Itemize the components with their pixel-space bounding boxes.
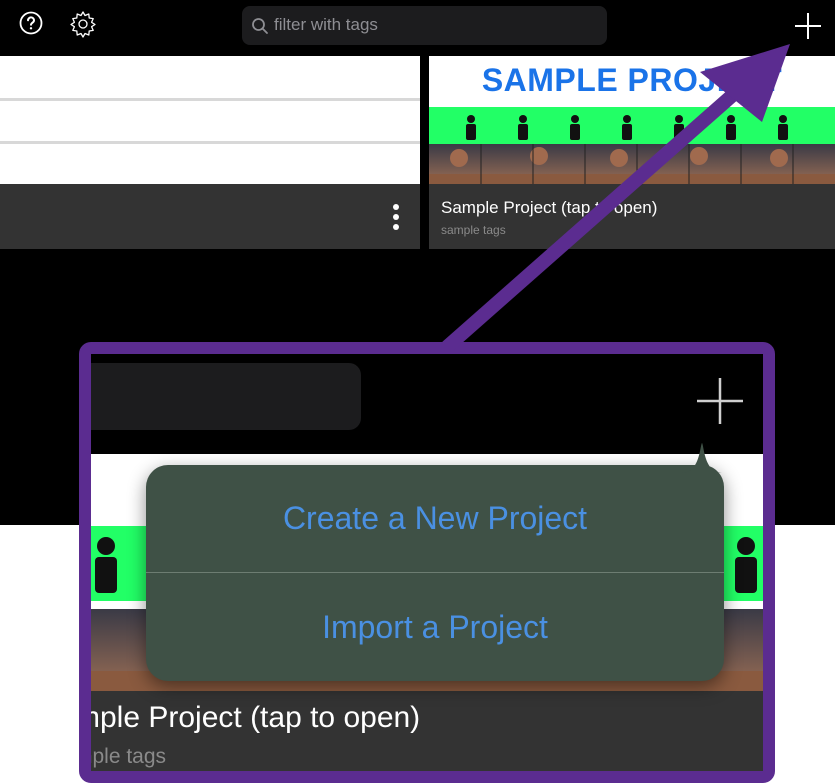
project-title: Sample Project (tap to open) <box>441 198 658 217</box>
divider <box>0 141 420 144</box>
plus-icon[interactable] <box>793 11 823 41</box>
help-icon[interactable] <box>19 11 43 35</box>
project-card-sample[interactable]: SAMPLE PROJECT Sample Project (tap to op… <box>429 56 835 249</box>
divider <box>0 98 420 101</box>
more-options-icon[interactable] <box>388 204 404 234</box>
search-input[interactable]: filter with tags <box>242 6 607 45</box>
plus-icon[interactable] <box>695 376 745 426</box>
project-tags: sample tags <box>441 223 506 237</box>
gear-icon[interactable] <box>68 9 98 39</box>
create-project-button[interactable]: Create a New Project <box>146 465 724 572</box>
project-thumbnail <box>0 56 420 184</box>
project-title: mple Project (tap to open) <box>79 701 421 734</box>
thumbnail-title: SAMPLE PROJECT <box>481 62 783 98</box>
zoom-callout: mple Project (tap to open) mple tags Cre… <box>79 342 775 783</box>
search-input <box>91 363 361 430</box>
toolbar: filter with tags <box>0 0 835 56</box>
project-card[interactable] <box>0 56 420 249</box>
import-project-button[interactable]: Import a Project <box>146 574 724 681</box>
project-info <box>0 184 420 249</box>
search-icon <box>252 18 268 34</box>
film-strip <box>429 144 835 184</box>
divider <box>146 572 724 573</box>
search-placeholder: filter with tags <box>274 15 378 34</box>
project-info: mple Project (tap to open) mple tags <box>91 691 763 771</box>
project-tags: mple tags <box>79 745 167 768</box>
project-thumbnail: SAMPLE PROJECT <box>429 56 835 184</box>
green-screen-strip <box>429 107 835 144</box>
project-info: Sample Project (tap to open) sample tags <box>429 184 835 249</box>
add-project-menu: Create a New Project Import a Project <box>146 443 724 681</box>
